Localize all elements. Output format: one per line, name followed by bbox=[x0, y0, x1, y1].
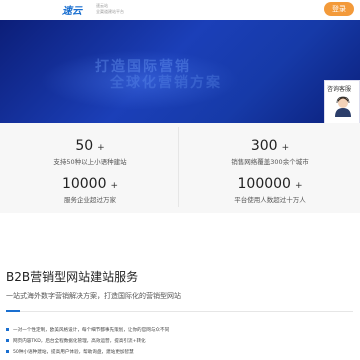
login-button[interactable]: 登录 bbox=[324, 2, 354, 16]
stats-section: 50 + 支持50种以上小语种建站 300 + 销售网络覆盖300余个城市 1000… bbox=[0, 123, 360, 213]
section-title: B2B营销型网站建站服务 bbox=[6, 270, 139, 284]
stat-number: 10000 bbox=[61, 176, 107, 192]
section-accent bbox=[6, 310, 20, 312]
bullet-square-icon bbox=[6, 350, 9, 353]
banner-subheadline: 全球化营销方案 bbox=[110, 75, 222, 91]
consult-title: 咨询客服 bbox=[327, 86, 352, 93]
stat-plus: + bbox=[97, 143, 105, 153]
bullet-square-icon bbox=[6, 328, 9, 331]
stat-plus: + bbox=[281, 143, 290, 153]
section-subtitle: 一站式海外数字营销解决方案，打造国际化的营销型网站 bbox=[6, 292, 181, 300]
tagline: 速云站 全渠道建站平台 bbox=[96, 3, 124, 15]
feature-item: 网页内容TKD，后台全程数据化管理，高效运营，提高引流+转化 bbox=[6, 336, 169, 347]
stat-languages: 50 + 支持50种以上小语种建站 bbox=[0, 135, 180, 166]
hero-banner[interactable]: 打造国际营销 全球化营销方案 bbox=[0, 20, 360, 123]
bullet-square-icon bbox=[6, 339, 9, 342]
stat-number: 300 bbox=[250, 138, 278, 154]
stat-users: 100000 + 平台使用人数超过十万人 bbox=[180, 173, 360, 204]
feature-list: 一对一个性定制，欧美风格设计，每个细节都事先策划，让你的官网与众不同 网页内容T… bbox=[6, 325, 169, 358]
feature-item: 一对一个性定制，欧美风格设计，每个细节都事先策划，让你的官网与众不同 bbox=[6, 325, 169, 336]
stat-desc: 平台使用人数超过十万人 bbox=[234, 196, 306, 204]
logo[interactable]: 速云 bbox=[62, 2, 82, 17]
stat-plus: + bbox=[110, 181, 119, 191]
stat-enterprises: 10000 + 服务企业超过万家 bbox=[0, 173, 180, 204]
stat-cities: 300 + 销售网络覆盖300余个城市 bbox=[180, 135, 360, 166]
stat-desc: 销售网络覆盖300余个城市 bbox=[231, 158, 309, 166]
stat-number: 100000 bbox=[237, 176, 291, 192]
agent-avatar-icon bbox=[335, 96, 351, 117]
section-divider bbox=[6, 311, 353, 312]
feature-text: 50种小语种建站，提高用户体验，帮助询盘，建站更加智慧 bbox=[13, 350, 134, 355]
feature-text: 一对一个性定制，欧美风格设计，每个细节都事先策划，让你的官网与众不同 bbox=[13, 328, 170, 333]
feature-text: 网页内容TKD，后台全程数据化管理，高效运营，提高引流+转化 bbox=[13, 339, 146, 344]
feature-item: 50种小语种建站，提高用户体验，帮助询盘，建站更加智慧 bbox=[6, 347, 169, 358]
stat-desc: 支持50种以上小语种建站 bbox=[53, 158, 127, 166]
stat-number: 50 bbox=[75, 138, 94, 154]
stat-plus: + bbox=[294, 181, 303, 191]
stat-desc: 服务企业超过万家 bbox=[64, 196, 116, 204]
header: 速云 速云站 全渠道建站平台 登录 bbox=[0, 0, 360, 21]
tagline-line-2: 全渠道建站平台 bbox=[96, 9, 124, 14]
